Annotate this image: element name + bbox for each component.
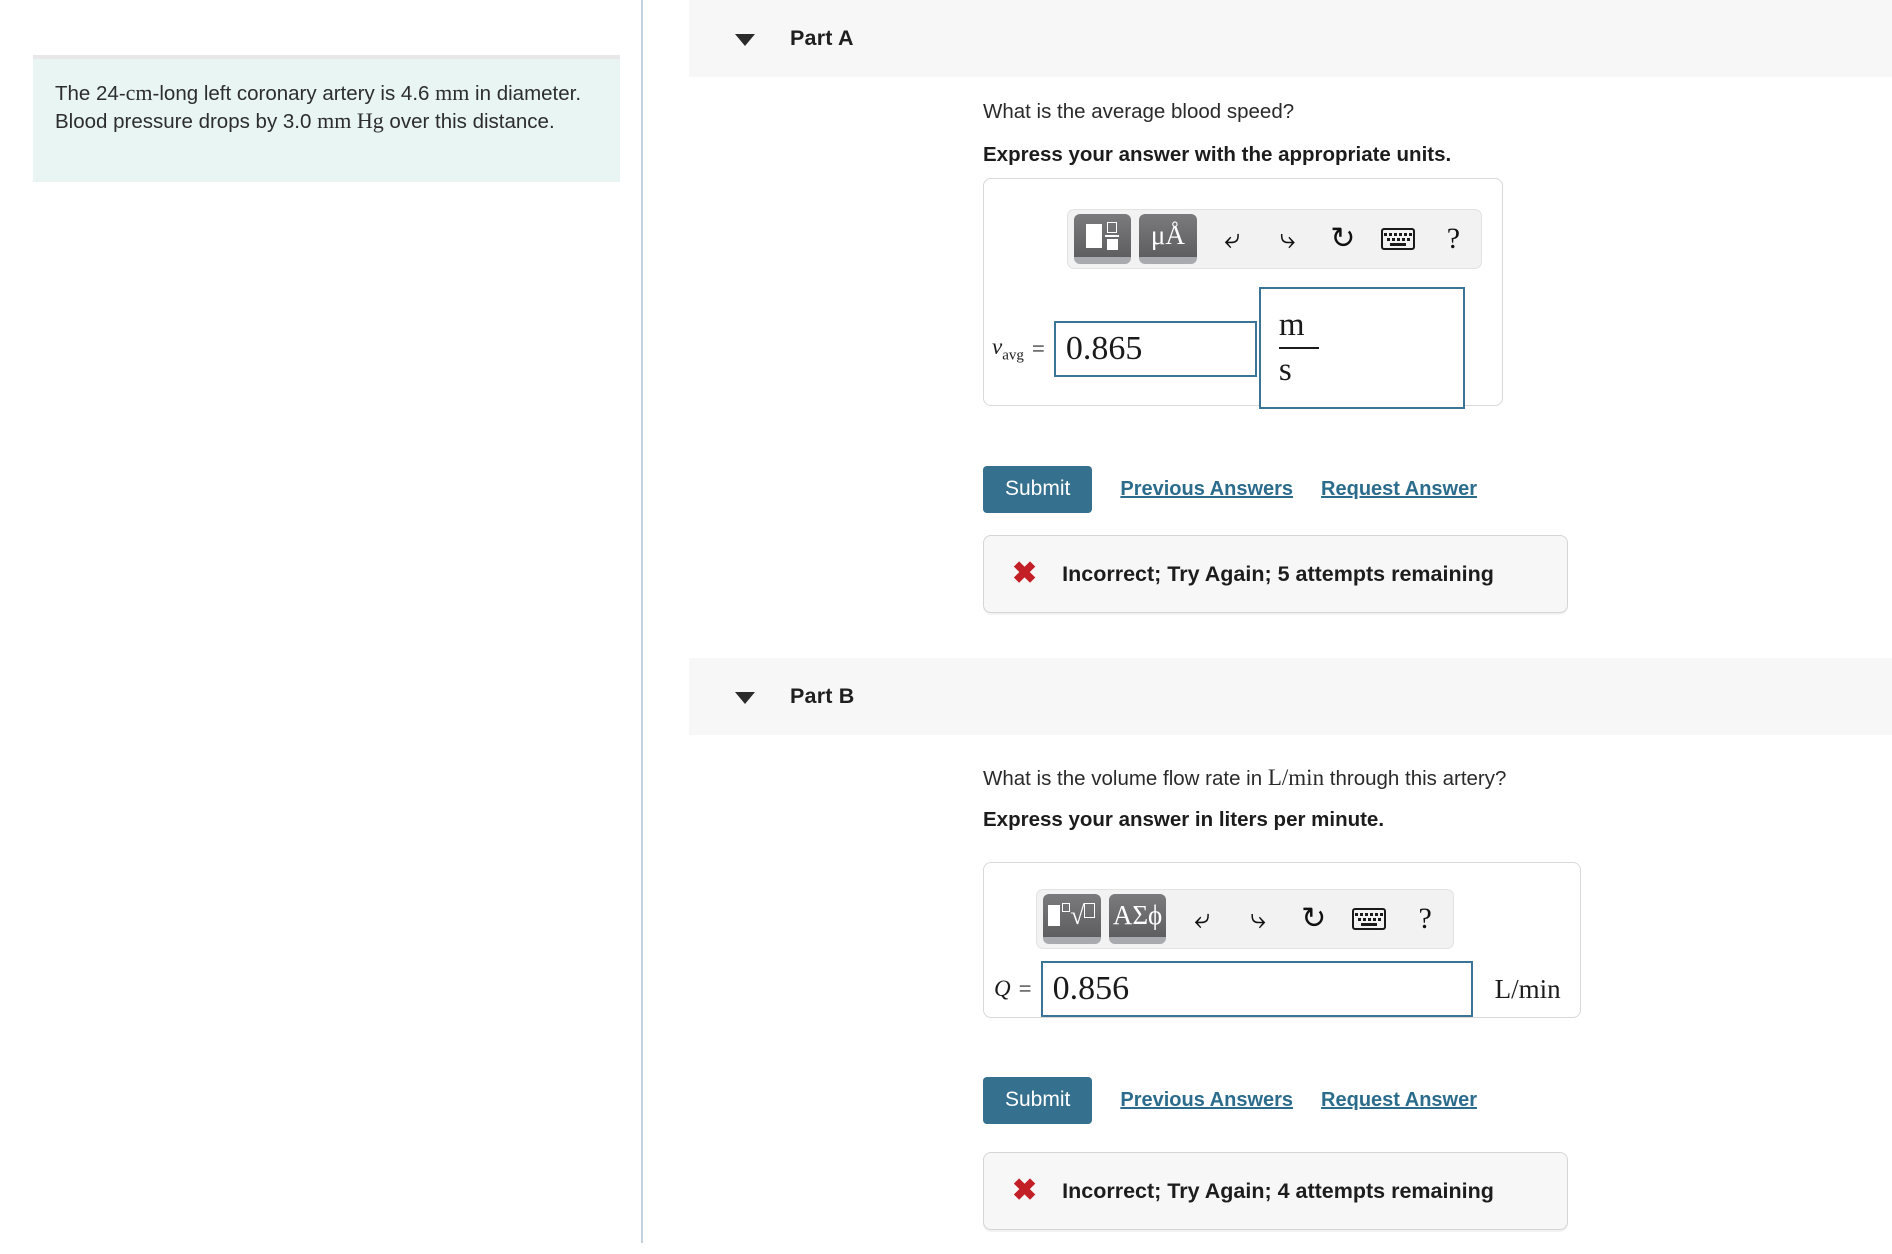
part-b-previous-answers-link[interactable]: Previous Answers (1120, 1089, 1293, 1112)
parts-pane: Part A What is the average blood speed? … (643, 0, 1892, 1254)
reset-icon[interactable]: ↻ (1286, 894, 1342, 944)
undo-icon[interactable]: ⤶ (1205, 214, 1260, 264)
problem-statement-box: The 24-cm-long left coronary artery is 4… (33, 55, 620, 182)
units-symbol-icon[interactable]: μÅ (1139, 214, 1197, 264)
part-a-request-answer-link[interactable]: Request Answer (1321, 478, 1477, 501)
part-a-title: Part A (790, 26, 854, 50)
part-b-submit-row: Submit Previous Answers Request Answer (983, 1077, 1477, 1124)
part-a-question: What is the average blood speed? (983, 100, 1295, 123)
problem-statement-pane: The 24-cm-long left coronary artery is 4… (0, 0, 642, 1254)
part-a-submit-button[interactable]: Submit (983, 466, 1093, 513)
part-a-instruction: Express your answer with the appropriate… (983, 143, 1452, 166)
unit-numerator: m (1278, 307, 1305, 344)
part-a-toolbar: μÅ ⤶ ⤷ ↻ ? (1067, 209, 1482, 269)
help-icon[interactable]: ? (1426, 214, 1481, 264)
unit-l-per-min: L/min (1267, 765, 1325, 790)
unit-mm: mm (435, 80, 470, 105)
part-b-header[interactable]: Part B (689, 658, 1892, 735)
greek-symbol-icon[interactable]: ΑΣϕ (1108, 894, 1167, 944)
part-a-value-input[interactable]: 0.865 (1053, 321, 1257, 377)
part-b-request-answer-link[interactable]: Request Answer (1321, 1089, 1477, 1112)
part-a-feedback-text: Incorrect; Try Again; 5 attempts remaini… (1062, 561, 1494, 586)
incorrect-x-icon: ✖ (1012, 557, 1038, 590)
part-a-header[interactable]: Part A (689, 0, 1892, 77)
part-b-submit-button[interactable]: Submit (983, 1077, 1093, 1124)
problem-statement-text: The 24-cm-long left coronary artery is 4… (55, 80, 582, 133)
redo-icon[interactable]: ⤷ (1230, 894, 1286, 944)
part-a-previous-answers-link[interactable]: Previous Answers (1120, 478, 1293, 501)
unit-cm: cm (125, 80, 153, 105)
part-b-equals: = (1018, 976, 1032, 1001)
help-icon[interactable]: ? (1397, 894, 1453, 944)
part-a-equals: = (1031, 336, 1045, 361)
part-b-instruction: Express your answer in liters per minute… (983, 808, 1385, 831)
keyboard-icon[interactable] (1370, 214, 1425, 264)
keyboard-icon[interactable] (1342, 894, 1398, 944)
undo-icon[interactable]: ⤶ (1174, 894, 1230, 944)
unit-mmhg: mm Hg (317, 108, 384, 133)
math-template-icon[interactable] (1074, 214, 1132, 264)
part-a-feedback-box: ✖ Incorrect; Try Again; 5 attempts remai… (983, 535, 1568, 613)
part-b-unit-label: L/min (1494, 973, 1561, 1004)
part-a-answer-row: vavg = 0.865 m s (992, 287, 1465, 409)
incorrect-x-icon: ✖ (1012, 1174, 1038, 1207)
page-root: The 24-cm-long left coronary artery is 4… (0, 0, 1892, 1254)
part-b-answer-container: √ ΑΣϕ ⤶ ⤷ ↻ ? Q = 0.856 L/min (983, 862, 1581, 1018)
unit-denominator: s (1278, 352, 1292, 388)
part-b-value-input[interactable]: 0.856 (1040, 961, 1473, 1017)
part-a-answer-container: μÅ ⤶ ⤷ ↻ ? vavg = 0.865 m s (983, 178, 1503, 409)
part-b-variable-label: Q (994, 976, 1011, 1001)
part-b-toolbar: √ ΑΣϕ ⤶ ⤷ ↻ ? (1036, 889, 1454, 949)
part-b-feedback-box: ✖ Incorrect; Try Again; 4 attempts remai… (983, 1152, 1568, 1230)
part-b-feedback-text: Incorrect; Try Again; 4 attempts remaini… (1062, 1178, 1494, 1203)
part-b-answer-row: Q = 0.856 L/min (994, 961, 1561, 1017)
fraction-bar (1278, 347, 1319, 349)
reset-icon[interactable]: ↻ (1315, 214, 1370, 264)
part-b-title: Part B (790, 684, 855, 708)
radical-template-icon[interactable]: √ (1043, 894, 1101, 944)
part-a-variable-label: vavg (992, 333, 1024, 364)
part-a-units-input[interactable]: m s (1258, 287, 1465, 409)
chevron-down-icon[interactable] (735, 691, 755, 704)
chevron-down-icon[interactable] (735, 33, 755, 46)
part-b-question: What is the volume flow rate in L/min th… (983, 765, 1507, 790)
redo-icon[interactable]: ⤷ (1260, 214, 1315, 264)
part-a-submit-row: Submit Previous Answers Request Answer (983, 466, 1477, 513)
